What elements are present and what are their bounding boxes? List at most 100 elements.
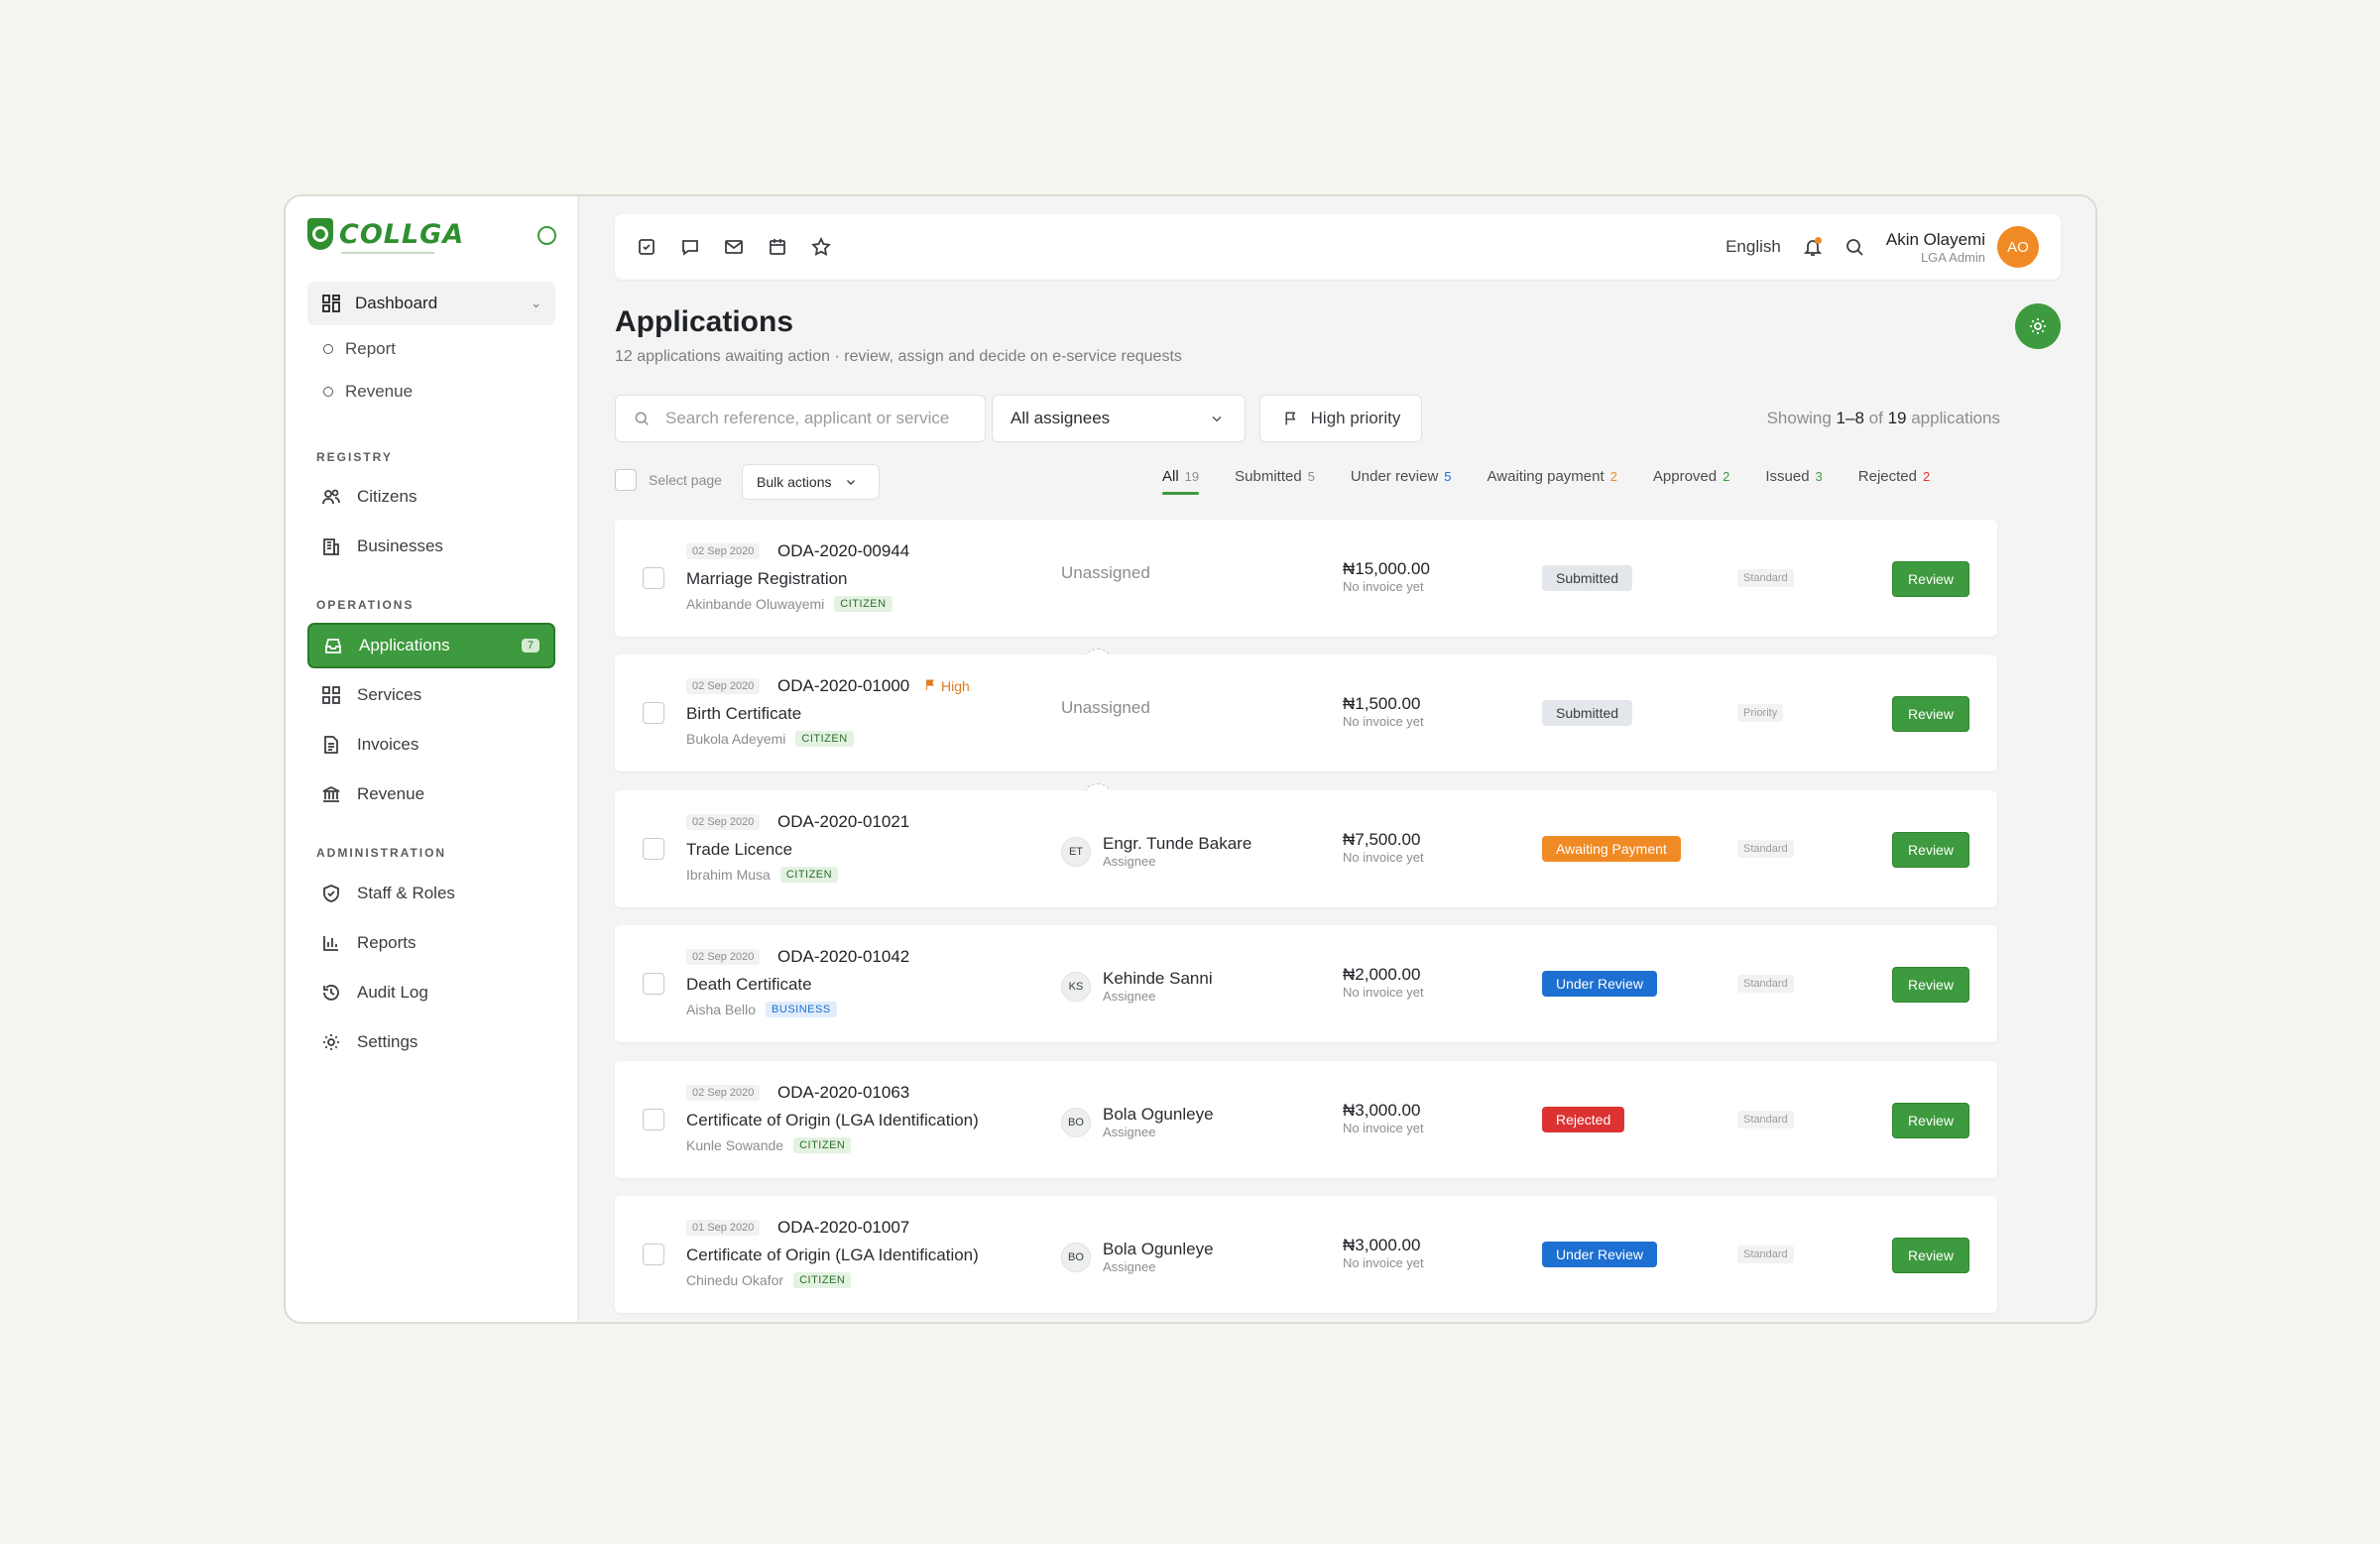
assignee[interactable]: KS Kehinde Sanni Assignee xyxy=(1061,969,1213,1004)
assignee-avatar: BO xyxy=(1061,1107,1091,1137)
sidebar-subitem-report[interactable]: Report xyxy=(323,339,396,359)
sidebar-item-settings[interactable]: Settings xyxy=(307,1019,555,1065)
star-icon[interactable] xyxy=(811,237,831,257)
status-tabs: All 19 Submitted 5 Under review 5 Awaiting pay… xyxy=(1162,468,1930,495)
fee-amount: ₦1,500.00 xyxy=(1343,694,1421,713)
table-row[interactable]: 02 Sep 2020 ODA-2020-01063 Certificate o… xyxy=(615,1061,1997,1178)
assignee-select[interactable]: All assignees xyxy=(992,395,1246,442)
chevron-down-icon: ⌄ xyxy=(531,296,541,310)
review-button[interactable]: Review xyxy=(1892,1238,1969,1273)
application-reference[interactable]: ODA-2020-00944 xyxy=(777,541,909,561)
tab-approved[interactable]: Approved 2 xyxy=(1653,468,1729,495)
table-row[interactable]: 02 Sep 2020 ODA-2020-01021 Trade Licence… xyxy=(615,790,1997,907)
review-button[interactable]: Review xyxy=(1892,696,1969,732)
priority-badge: Standard xyxy=(1737,840,1794,858)
submitted-date: 02 Sep 2020 xyxy=(686,1085,761,1101)
row-checkbox[interactable] xyxy=(643,702,664,724)
row-checkbox[interactable] xyxy=(643,973,664,995)
select-page[interactable]: Select page xyxy=(615,469,722,491)
fee-amount: ₦15,000.00 xyxy=(1343,559,1430,578)
tab-under-review[interactable]: Under review 5 xyxy=(1351,468,1452,495)
review-button[interactable]: Review xyxy=(1892,561,1969,597)
checkbox-icon[interactable] xyxy=(637,237,656,257)
row-checkbox[interactable] xyxy=(643,1244,664,1265)
section-operations: OPERATIONS xyxy=(316,598,415,612)
fee-amount: ₦2,000.00 xyxy=(1343,965,1421,984)
mail-icon[interactable] xyxy=(724,237,744,257)
search-input[interactable] xyxy=(665,409,963,428)
sidebar-item-label: Invoices xyxy=(357,735,419,754)
sidebar-item-applications[interactable]: Applications 7 xyxy=(307,623,555,668)
priority-badge: Priority xyxy=(1737,704,1784,722)
sidebar-item-label: Dashboard xyxy=(355,294,438,312)
high-priority-filter[interactable]: High priority xyxy=(1259,395,1422,442)
user-menu[interactable]: Akin Olayemi LGA Admin xyxy=(1886,230,1985,265)
bulk-actions-dropdown[interactable]: Bulk actions xyxy=(742,464,880,500)
sidebar-item-reports[interactable]: Reports xyxy=(307,920,555,966)
assignee[interactable]: BO Bola Ogunleye Assignee xyxy=(1061,1240,1214,1274)
sidebar-item-label: Applications xyxy=(359,636,450,654)
avatar[interactable]: AO xyxy=(1997,226,2039,268)
status-badge: Submitted xyxy=(1542,565,1633,591)
table-row[interactable]: 01 Sep 2020 ODA-2020-01007 Certificate o… xyxy=(615,1196,1997,1313)
status-ring-icon[interactable] xyxy=(537,226,556,245)
application-reference[interactable]: ODA-2020-01021 xyxy=(777,812,909,832)
fee-amount: ₦3,000.00 xyxy=(1343,1236,1421,1254)
assignee[interactable]: Unassigned xyxy=(1061,698,1150,813)
review-button[interactable]: Review xyxy=(1892,967,1969,1003)
language-selector[interactable]: English xyxy=(1726,237,1781,257)
applicant-name: Chinedu Okafor xyxy=(686,1272,784,1288)
table-row[interactable]: 02 Sep 2020 ODA-2020-00944 Marriage Regi… xyxy=(615,520,1997,678)
tab-issued[interactable]: Issued 3 xyxy=(1765,468,1822,495)
sidebar-subitem-revenue[interactable]: Revenue xyxy=(323,382,413,402)
fee-amount: ₦7,500.00 xyxy=(1343,830,1421,849)
sidebar-item-staff-roles[interactable]: Staff & Roles xyxy=(307,871,555,916)
sidebar-item-revenue[interactable]: Revenue xyxy=(307,772,555,817)
application-reference[interactable]: ODA-2020-01063 xyxy=(777,1083,909,1103)
search-icon[interactable] xyxy=(1844,237,1864,257)
application-reference[interactable]: ODA-2020-01042 xyxy=(777,947,909,967)
shield-logo-icon xyxy=(307,218,333,250)
page-subtitle: 12 applications awaiting action · review… xyxy=(615,348,1182,365)
assignee[interactable]: ET Engr. Tunde Bakare Assignee xyxy=(1061,834,1251,869)
row-checkbox[interactable] xyxy=(643,567,664,589)
applicant: Akinbande Oluwayemi CITIZEN xyxy=(686,596,892,612)
applicant: Kunle Sowande CITIZEN xyxy=(686,1137,852,1153)
tab-label: Issued xyxy=(1765,468,1810,485)
tab-submitted[interactable]: Submitted 5 xyxy=(1235,468,1315,495)
sidebar-item-invoices[interactable]: Invoices xyxy=(307,722,555,768)
settings-button[interactable] xyxy=(2015,303,2061,349)
page-title: Applications xyxy=(615,305,794,338)
tab-all[interactable]: All 19 xyxy=(1162,468,1200,495)
review-button[interactable]: Review xyxy=(1892,1103,1969,1138)
assignee[interactable]: Unassigned xyxy=(1061,563,1150,678)
chevron-down-icon xyxy=(1207,409,1227,428)
bell-icon[interactable] xyxy=(1803,237,1823,257)
sidebar-item-citizens[interactable]: Citizens xyxy=(307,474,555,520)
tab-awaiting-payment[interactable]: Awaiting payment 2 xyxy=(1488,468,1617,495)
logo[interactable]: COLLGA xyxy=(307,218,464,250)
application-reference[interactable]: ODA-2020-01007 xyxy=(777,1218,909,1238)
application-reference[interactable]: ODA-2020-01000 xyxy=(777,676,909,696)
sidebar-item-dashboard[interactable]: Dashboard ⌄ xyxy=(307,282,555,325)
fee-amount: ₦3,000.00 xyxy=(1343,1101,1421,1120)
tab-label: Rejected xyxy=(1857,468,1917,485)
row-checkbox[interactable] xyxy=(643,1109,664,1130)
sidebar-item-businesses[interactable]: Businesses xyxy=(307,524,555,569)
results-summary: Showing 1–8 of 19 applications xyxy=(1767,409,2000,428)
review-button[interactable]: Review xyxy=(1892,832,1969,868)
tab-count: 2 xyxy=(1723,469,1730,484)
table-row[interactable]: 02 Sep 2020 ODA-2020-01000 High Birth Ce… xyxy=(615,654,1997,813)
applicant-name: Bukola Adeyemi xyxy=(686,731,786,747)
chat-icon[interactable] xyxy=(680,237,700,257)
select-page-label: Select page xyxy=(649,472,722,488)
tab-rejected[interactable]: Rejected 2 xyxy=(1858,468,1930,495)
table-row[interactable]: 02 Sep 2020 ODA-2020-01042 Death Certifi… xyxy=(615,925,1997,1042)
select-page-checkbox[interactable] xyxy=(615,469,637,491)
sidebar-item-audit-log[interactable]: Audit Log xyxy=(307,970,555,1015)
applicant-name: Aisha Bello xyxy=(686,1002,757,1017)
sidebar-item-services[interactable]: Services xyxy=(307,672,555,718)
assignee[interactable]: BO Bola Ogunleye Assignee xyxy=(1061,1105,1214,1139)
calendar-icon[interactable] xyxy=(768,237,787,257)
row-checkbox[interactable] xyxy=(643,838,664,860)
